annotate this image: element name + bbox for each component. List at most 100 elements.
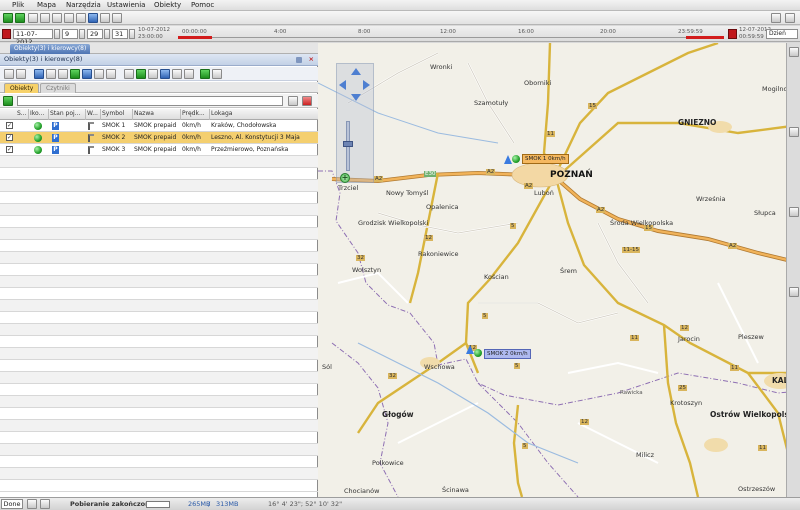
refresh-icon[interactable] [771, 13, 781, 23]
marker-speed: 0km/h [510, 351, 528, 357]
refresh-icon[interactable] [70, 69, 80, 79]
vehicle-status-icon[interactable] [512, 155, 520, 163]
book-icon[interactable] [212, 69, 222, 79]
pan-right-icon[interactable] [363, 80, 370, 90]
chart-icon[interactable] [160, 69, 170, 79]
close-panel-icon[interactable]: × [309, 54, 314, 65]
search-go-icon[interactable] [288, 96, 298, 106]
table-row[interactable]: ✓ P SMOK 1 SMOK prepaid 0km/h Kraków, Ch… [0, 120, 318, 132]
layers-icon[interactable] [789, 47, 799, 57]
check-icon[interactable] [4, 69, 14, 79]
globe-icon[interactable] [27, 499, 37, 509]
globe-icon[interactable] [94, 69, 104, 79]
status-dot-icon [34, 122, 42, 130]
add-icon[interactable] [3, 13, 13, 23]
row-checkbox[interactable]: ✓ [6, 122, 13, 129]
pin-icon[interactable] [296, 57, 302, 63]
zoom-in-icon[interactable]: + [340, 173, 350, 183]
vehicle-marker-smok2[interactable]: SMOK 2 0km/h [484, 349, 531, 359]
filter-icon[interactable] [184, 69, 194, 79]
close-icon[interactable] [785, 13, 795, 23]
date-field[interactable]: 11-07-2012 [13, 29, 53, 46]
route-icon[interactable] [88, 13, 98, 23]
tool-icon[interactable] [789, 127, 799, 137]
search-icon[interactable] [3, 96, 13, 106]
record-icon[interactable] [2, 29, 11, 39]
export-icon[interactable] [52, 13, 62, 23]
map-view[interactable]: Wronki Oborniki Szamotuły Mogilno GNIEZN… [318, 43, 800, 497]
tab-objects-drivers[interactable]: Obiekty(3) i kierowcy(8) [10, 44, 91, 54]
menu-narzedzia[interactable]: Narzędzia [66, 1, 101, 9]
clear-search-icon[interactable] [302, 96, 312, 106]
empty-row [0, 276, 318, 288]
vehicle-status-icon[interactable] [474, 349, 482, 357]
import-icon[interactable] [64, 13, 74, 23]
table-row[interactable]: ✓ P SMOK 3 SMOK prepaid 0km/h Przeźmiero… [0, 144, 318, 156]
play-icon[interactable] [82, 69, 92, 79]
city-label: Kościan [484, 273, 509, 281]
settings-icon[interactable] [112, 13, 122, 23]
window-icon[interactable] [100, 13, 110, 23]
remove-icon[interactable] [15, 13, 25, 23]
col-header-name[interactable]: Nazwa [134, 110, 178, 117]
table-row[interactable]: ✓ P SMOK 2 SMOK prepaid 0km/h Leszno, Al… [0, 132, 318, 144]
range-end-icon[interactable] [728, 29, 737, 39]
menu-pomoc[interactable]: Pomoc [191, 1, 214, 9]
street-label: Rawicka [620, 390, 643, 396]
range-mode-select[interactable]: Dzień [766, 29, 798, 39]
pan-down-icon[interactable] [351, 94, 361, 101]
tab-obiekty[interactable]: Obiekty [4, 83, 40, 93]
timeline-slider[interactable]: 00:00:00 4:00 8:00 12:00 16:00 20:00 23:… [178, 29, 724, 39]
pan-up-icon[interactable] [351, 68, 361, 75]
edit-icon[interactable] [148, 69, 158, 79]
col-header-vehicle-state[interactable]: Stan poj... [50, 110, 84, 117]
col-header-w[interactable]: W... [87, 110, 99, 117]
report-icon[interactable] [76, 13, 86, 23]
tool-icon[interactable] [789, 287, 799, 297]
minute-spinner[interactable] [104, 29, 110, 39]
lock-icon[interactable] [58, 69, 68, 79]
empty-row [0, 420, 318, 432]
print-icon[interactable] [40, 13, 50, 23]
road-label: 15 [588, 103, 597, 109]
tool-icon[interactable] [789, 207, 799, 217]
col-header-location[interactable]: Lokaga [211, 110, 311, 117]
road-label: 11 [758, 445, 767, 451]
col-header-status[interactable]: S... [17, 110, 27, 117]
zoom-slider-thumb[interactable] [343, 141, 353, 147]
minute-field[interactable]: 29 [87, 29, 103, 39]
row-checkbox[interactable]: ✓ [6, 146, 13, 153]
menu-ustawienia[interactable]: Ustawienia [107, 1, 145, 9]
hour-spinner[interactable] [79, 29, 85, 39]
menu-plik[interactable]: Plik [12, 1, 24, 9]
memory-total: 313MB [216, 500, 239, 508]
tab-czytniki[interactable]: Czytniki [40, 83, 76, 93]
vehicle-marker-smok1[interactable]: SMOK 1 0km/h [522, 154, 569, 164]
col-header-speed[interactable]: Prędk... [182, 110, 208, 117]
panel-tab-bar: Obiekty(3) i kierowcy(8) [0, 43, 318, 54]
pan-left-icon[interactable] [339, 80, 346, 90]
menu-mapa[interactable]: Mapa [37, 1, 56, 9]
menu-obiekty[interactable]: Obiekty [154, 1, 181, 9]
checklist-icon[interactable] [16, 69, 26, 79]
timeline-tick: 20:00 [600, 29, 616, 35]
marker-icon[interactable] [136, 69, 146, 79]
col-header-icon[interactable]: Iko... [30, 110, 46, 117]
road-label: 11 [730, 365, 739, 371]
hour-field[interactable]: 9 [62, 29, 78, 39]
empty-row [0, 480, 318, 492]
edit-icon[interactable] [28, 13, 38, 23]
info-icon[interactable] [34, 69, 44, 79]
close-icon[interactable] [40, 499, 50, 509]
row-checkbox[interactable]: ✓ [6, 134, 13, 141]
second-spinner[interactable] [129, 29, 135, 39]
search-input[interactable] [17, 96, 283, 106]
second-field[interactable]: 31 [112, 29, 128, 39]
tag-icon[interactable] [124, 69, 134, 79]
print-icon[interactable] [46, 69, 56, 79]
col-header-symbol[interactable]: Symbol [102, 110, 130, 117]
window-icon[interactable] [106, 69, 116, 79]
pencil-icon[interactable] [200, 69, 210, 79]
layers-icon[interactable] [172, 69, 182, 79]
date-spinner[interactable] [54, 29, 60, 39]
